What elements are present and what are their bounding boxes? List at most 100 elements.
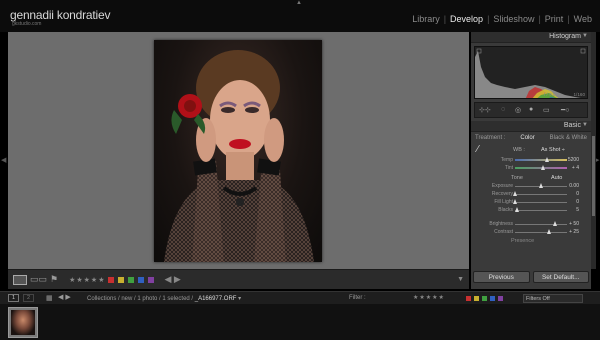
panel-buttons: Previous Set Default... [471, 271, 591, 287]
color-label-green[interactable] [128, 276, 135, 283]
blacks-label: Blacks [498, 207, 513, 213]
module-web[interactable]: Web [574, 14, 592, 24]
loupe-view-icon[interactable] [13, 274, 27, 285]
portrait-photo[interactable] [154, 40, 322, 262]
secondary-window-button[interactable]: 2 [23, 294, 34, 302]
collapse-chevron-icon[interactable]: ▼ [582, 33, 588, 39]
contrast-slider[interactable]: Contrast + 25 [471, 228, 591, 236]
recovery-value[interactable]: 0 [576, 191, 579, 197]
module-slideshow[interactable]: Slideshow [493, 14, 534, 24]
color-label-red[interactable] [108, 276, 115, 283]
filmstrip-bar: 1 2 ▦ ◀ ▶ Collections / new / 1 photo / … [0, 291, 600, 304]
adjustment-brush-icon[interactable]: ▭ [543, 106, 550, 114]
brightness-track[interactable] [515, 224, 567, 225]
right-panel: Histogram ▼ ISO 100 85 mm f / 9.0 1/160 … [471, 32, 591, 289]
tone-auto-button[interactable]: Auto [551, 175, 562, 181]
module-library[interactable]: Library [412, 14, 440, 24]
filmstrip [0, 304, 600, 340]
module-separator: | [567, 14, 570, 24]
contrast-value[interactable]: + 25 [569, 229, 579, 235]
set-default-button[interactable]: Set Default... [532, 271, 589, 283]
filmstrip-thumbnail[interactable] [8, 307, 38, 338]
presence-row: Presence [471, 236, 591, 245]
blacks-slider[interactable]: Blacks 5 [471, 206, 591, 214]
brightness-knob[interactable] [553, 221, 557, 226]
star-rating[interactable]: ★★★★★ [69, 276, 105, 284]
temp-knob[interactable] [545, 157, 549, 162]
left-panel-toggle-icon[interactable]: ◀ [1, 156, 6, 164]
color-label-blue[interactable] [138, 276, 145, 283]
color-label-purple[interactable] [148, 276, 155, 283]
exposure-knob[interactable] [539, 183, 543, 188]
tint-knob[interactable] [541, 165, 545, 170]
rotate-arrows-icon[interactable]: ◀ ▶ [164, 274, 180, 285]
flag-icon[interactable]: ⚑ [50, 274, 58, 285]
toolbar-menu-chevron-icon[interactable]: ▼ [457, 276, 464, 283]
spot-removal-icon[interactable]: ◌ [501, 106, 505, 113]
wb-select[interactable]: As Shot ÷ [541, 147, 565, 153]
blacks-value[interactable]: 5 [576, 207, 579, 213]
top-panel-toggle-icon[interactable]: ▲ [296, 0, 302, 6]
tone-label: Tone [511, 175, 523, 181]
source-breadcrumb[interactable]: Collections / new / 1 photo / 1 selected… [87, 295, 241, 302]
basic-header[interactable]: Basic ▼ [471, 121, 591, 132]
eyedropper-icon[interactable]: ⁄ [477, 144, 479, 155]
blacks-track[interactable] [515, 210, 567, 211]
treatment-row: Treatment : Color Black & White [471, 132, 591, 144]
fill-light-slider[interactable]: Fill Light 0 [471, 198, 591, 206]
module-picker: Library | Develop | Slideshow | Print | … [412, 14, 592, 24]
brightness-value[interactable]: + 50 [569, 221, 579, 227]
grid-view-icon[interactable]: ▦ [46, 294, 53, 302]
collapse-chevron-icon[interactable]: ▼ [582, 122, 588, 128]
treatment-bw[interactable]: Black & White [550, 135, 587, 141]
contrast-track[interactable] [515, 232, 567, 233]
filter-color-yellow[interactable] [474, 296, 479, 301]
treatment-color[interactable]: Color [520, 135, 534, 141]
module-print[interactable]: Print [545, 14, 564, 24]
recovery-knob[interactable] [513, 191, 517, 196]
recovery-slider[interactable]: Recovery 0 [471, 190, 591, 198]
temp-value[interactable]: 5200 [568, 157, 579, 163]
contrast-knob[interactable] [547, 229, 551, 234]
module-develop[interactable]: Develop [450, 14, 483, 24]
brightness-slider[interactable]: Brightness + 50 [471, 220, 591, 228]
color-label-yellow[interactable] [118, 276, 125, 283]
previous-button[interactable]: Previous [473, 271, 530, 283]
white-balance-row: ⁄ WB : As Shot ÷ [471, 144, 591, 156]
filter-stars[interactable]: ★★★★★ [413, 294, 445, 301]
filename-dropdown-icon[interactable]: ▾ [238, 296, 241, 302]
breadcrumb-collection[interactable]: Collections / new [87, 296, 132, 302]
recovery-track[interactable] [515, 194, 567, 195]
tint-value[interactable]: + 4 [572, 165, 579, 171]
temp-slider[interactable]: Temp 5200 [471, 156, 591, 164]
back-forward-icon[interactable]: ◀ ▶ [58, 293, 71, 301]
crop-tool-icon[interactable]: ⊹⊹ [479, 106, 491, 114]
before-after-icon[interactable]: ▭▭ [30, 274, 47, 285]
brush-slider-icon[interactable]: ━○ [561, 106, 569, 114]
right-panel-scrollbar[interactable] [591, 32, 596, 269]
tint-slider[interactable]: Tint + 4 [471, 164, 591, 172]
filter-color-blue[interactable] [490, 296, 495, 301]
primary-window-button[interactable]: 1 [8, 294, 19, 302]
histogram-header[interactable]: Histogram ▼ [471, 32, 591, 43]
filter-color-green[interactable] [482, 296, 487, 301]
module-separator: | [487, 14, 490, 24]
tone-row: Tone Auto [471, 172, 591, 182]
scrollbar-thumb[interactable] [592, 136, 595, 216]
fill-light-knob[interactable] [513, 199, 517, 204]
temp-track[interactable] [515, 159, 567, 161]
red-eye-icon[interactable]: ◎ [515, 106, 521, 114]
graduated-filter-icon[interactable]: ● [529, 106, 533, 113]
exposure-value[interactable]: 0.00 [569, 183, 579, 189]
exposure-slider[interactable]: Exposure 0.00 [471, 182, 591, 190]
breadcrumb-filename[interactable]: _A166977.ORF [195, 296, 237, 302]
filter-preset-select[interactable]: Filters Off [523, 294, 583, 303]
fill-light-value[interactable]: 0 [576, 199, 579, 205]
fill-light-track[interactable] [515, 202, 567, 203]
filter-label: Filter : [349, 295, 366, 301]
exif-shutter: 1/160 [573, 92, 586, 97]
blacks-knob[interactable] [515, 207, 519, 212]
filter-color-red[interactable] [466, 296, 471, 301]
filter-color-purple[interactable] [498, 296, 503, 301]
exif-aperture: f / 9.0 [543, 92, 556, 97]
